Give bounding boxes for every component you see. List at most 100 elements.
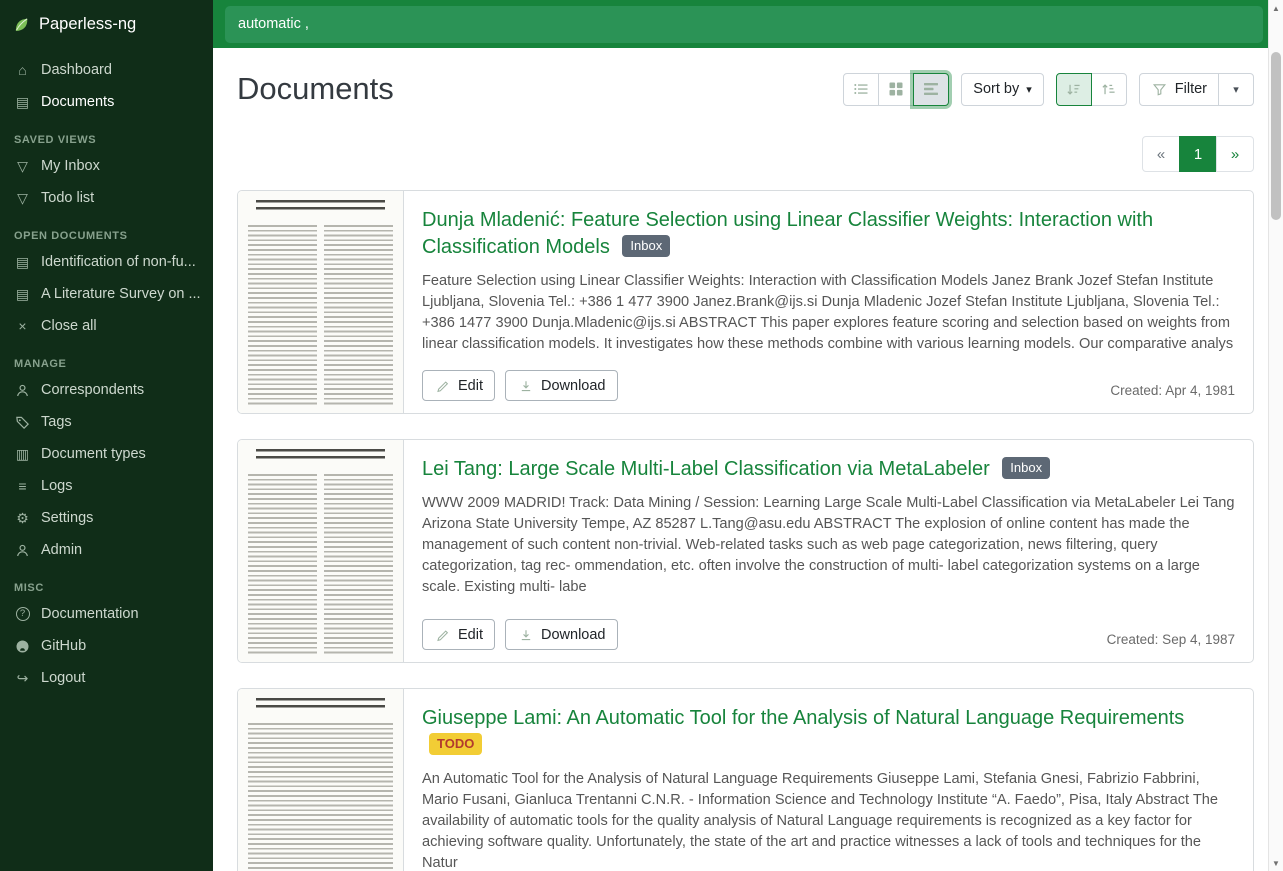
sidebar-item-label: Close all — [41, 318, 97, 334]
document-title-link[interactable]: Dunja Mladenić: Feature Selection using … — [422, 207, 1235, 261]
sort-descending-button[interactable] — [1056, 73, 1092, 106]
topbar — [213, 0, 1283, 48]
sidebar-item-document-types[interactable]: ▥ Document types — [0, 438, 213, 470]
download-button[interactable]: Download — [505, 370, 618, 401]
document-card: Lei Tang: Large Scale Multi-Label Classi… — [237, 439, 1254, 663]
chevron-down-icon: ▾ — [1233, 85, 1239, 96]
document-card: Giuseppe Lami: An Automatic Tool for the… — [237, 688, 1254, 871]
sidebar-item-tags[interactable]: Tags — [0, 406, 213, 438]
tag-badge[interactable]: Inbox — [622, 235, 670, 258]
scroll-down-arrow[interactable]: ▼ — [1269, 856, 1283, 870]
saved-view-icon: ▽ — [14, 191, 31, 205]
sidebar-item-logout[interactable]: ↪ Logout — [0, 662, 213, 694]
dashboard-icon: ⌂ — [14, 63, 31, 77]
sort-alphabetical-icon — [1100, 82, 1117, 97]
sort-descending-icon — [1065, 82, 1082, 97]
pencil-icon — [434, 628, 451, 642]
scrollbar-thumb[interactable] — [1271, 52, 1281, 220]
sidebar-item-label: Todo list — [41, 190, 94, 206]
document-list: Dunja Mladenić: Feature Selection using … — [237, 190, 1254, 871]
sidebar-item-label: Identification of non-fu... — [41, 254, 196, 270]
toolbar: Sort by ▾ — [843, 73, 1254, 106]
sidebar-item-correspondents[interactable]: Correspondents — [0, 374, 213, 406]
sidebar-item-label: Tags — [41, 414, 72, 430]
pagination-page-1-button[interactable]: 1 — [1179, 136, 1217, 172]
pagination-prev-button[interactable]: « — [1142, 136, 1180, 172]
document-thumbnail[interactable] — [238, 689, 404, 871]
page-header: Documents — [237, 72, 1254, 106]
sort-by-label: Sort by — [973, 81, 1019, 97]
created-date: Created: Sep 4, 1987 — [1107, 632, 1235, 650]
gear-icon: ⚙ — [14, 511, 31, 525]
sidebar-item-open-document-2[interactable]: ▤ A Literature Survey on ... — [0, 278, 213, 310]
sidebar-item-admin[interactable]: Admin — [0, 534, 213, 566]
app-title: Paperless-ng — [39, 15, 136, 34]
document-card: Dunja Mladenić: Feature Selection using … — [237, 190, 1254, 414]
sidebar-item-close-all[interactable]: × Close all — [0, 310, 213, 342]
sidebar-item-label: GitHub — [41, 638, 86, 654]
pagination-next-button[interactable]: » — [1216, 136, 1254, 172]
sort-by-dropdown[interactable]: Sort by ▾ — [961, 73, 1043, 106]
sidebar-item-label: A Literature Survey on ... — [41, 286, 201, 302]
documents-icon: ▤ — [14, 95, 31, 109]
view-grid-icon — [888, 81, 905, 97]
sidebar-item-label: Logs — [41, 478, 72, 494]
sort-alphabetical-button[interactable] — [1091, 73, 1127, 106]
sidebar-item-label: Logout — [41, 670, 85, 686]
document-title-link[interactable]: Giuseppe Lami: An Automatic Tool for the… — [422, 705, 1235, 759]
sidebar-heading-manage: MANAGE — [0, 342, 213, 374]
sidebar-item-my-inbox[interactable]: ▽ My Inbox — [0, 150, 213, 182]
edit-button[interactable]: Edit — [422, 619, 495, 650]
chevron-down-icon: ▾ — [1026, 85, 1032, 96]
view-grid-button[interactable] — [878, 73, 914, 106]
edit-button[interactable]: Edit — [422, 370, 495, 401]
created-date: Created: Apr 4, 1981 — [1110, 383, 1235, 401]
sidebar: Paperless-ng ⌂ Dashboard ▤ Documents SAV… — [0, 0, 213, 871]
scroll-up-arrow[interactable]: ▲ — [1269, 1, 1283, 15]
search-input[interactable] — [225, 6, 1263, 43]
tag-badge[interactable]: TODO — [429, 733, 482, 756]
sidebar-nav: ⌂ Dashboard ▤ Documents SAVED VIEWS ▽ My… — [0, 48, 213, 694]
brand[interactable]: Paperless-ng — [0, 0, 213, 48]
sidebar-item-todo-list[interactable]: ▽ Todo list — [0, 182, 213, 214]
page-title: Documents — [237, 72, 843, 106]
sidebar-item-github[interactable]: GitHub — [0, 630, 213, 662]
saved-view-icon: ▽ — [14, 159, 31, 173]
document-excerpt: An Automatic Tool for the Analysis of Na… — [422, 769, 1235, 871]
person-badge-icon — [14, 543, 31, 558]
document-thumbnail[interactable] — [238, 191, 404, 413]
download-icon — [517, 628, 534, 642]
sidebar-heading-saved-views: SAVED VIEWS — [0, 118, 213, 150]
document-thumbnail[interactable] — [238, 440, 404, 662]
document-title-link[interactable]: Lei Tang: Large Scale Multi-Label Classi… — [422, 456, 1235, 483]
vertical-scrollbar[interactable]: ▲ ▼ — [1268, 0, 1283, 871]
tag-icon — [14, 415, 31, 430]
filter-caret-button[interactable]: ▾ — [1218, 73, 1254, 106]
view-toggle-group — [843, 73, 949, 106]
sidebar-item-settings[interactable]: ⚙ Settings — [0, 502, 213, 534]
document-icon: ▤ — [14, 287, 31, 301]
tag-badge[interactable]: Inbox — [1002, 457, 1050, 480]
sidebar-item-label: Settings — [41, 510, 93, 526]
sidebar-item-label: Documentation — [41, 606, 139, 622]
filter-group: Filter ▾ — [1139, 73, 1254, 106]
paperless-logo-icon — [13, 15, 30, 34]
sort-direction-group — [1056, 73, 1127, 106]
sidebar-item-label: My Inbox — [41, 158, 100, 174]
view-list-button[interactable] — [843, 73, 879, 106]
filter-button[interactable]: Filter — [1139, 73, 1219, 106]
document-card-footer: Edit Download Created: Sep 4, 1987 — [422, 619, 1235, 650]
sidebar-item-documents[interactable]: ▤ Documents — [0, 86, 213, 118]
sidebar-item-documentation[interactable]: ? Documentation — [0, 598, 213, 630]
sidebar-item-logs[interactable]: ≡ Logs — [0, 470, 213, 502]
document-card-body: Lei Tang: Large Scale Multi-Label Classi… — [404, 440, 1253, 662]
download-button[interactable]: Download — [505, 619, 618, 650]
sidebar-item-label: Admin — [41, 542, 82, 558]
sidebar-item-open-document-1[interactable]: ▤ Identification of non-fu... — [0, 246, 213, 278]
main-column: Documents — [213, 0, 1283, 871]
document-card-footer: Edit Download Created: Apr 4, 1981 — [422, 370, 1235, 401]
sidebar-item-dashboard[interactable]: ⌂ Dashboard — [0, 54, 213, 86]
document-card-body: Giuseppe Lami: An Automatic Tool for the… — [404, 689, 1253, 871]
logout-icon: ↪ — [14, 671, 31, 685]
view-details-button[interactable] — [913, 73, 949, 106]
